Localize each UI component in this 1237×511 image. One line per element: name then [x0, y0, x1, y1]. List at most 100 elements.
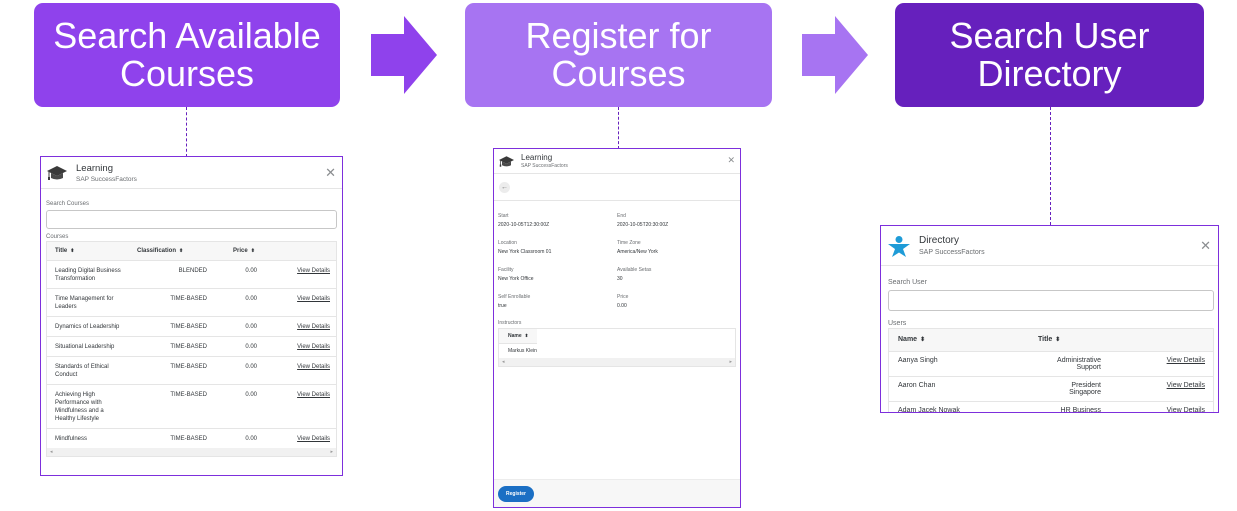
course-classification: TIME-BASED [129, 384, 225, 429]
step-label: Search User Directory [949, 15, 1150, 94]
sort-icon: ⬍ [70, 248, 75, 254]
search-courses-label: Search Courses [46, 201, 90, 207]
column-header-name[interactable]: Name ⬍ [499, 329, 537, 344]
panel-header: Directory SAP SuccessFactors ✕ [881, 226, 1218, 266]
detail-field: Self Enrollable true [498, 294, 617, 309]
course-price: 0.00 [225, 428, 285, 448]
course-price: 0.00 [225, 356, 285, 385]
scroll-right-icon: ▸ [330, 449, 333, 455]
field-label: Time Zone [617, 240, 641, 246]
right-arrow-icon [802, 16, 868, 94]
panel-title: Directory [919, 235, 960, 246]
table-row: Situational Leadership TIME-BASED 0.00 View… [47, 336, 336, 357]
field-value: 0.00 [617, 303, 627, 309]
course-classification: TIME-BASED [129, 356, 225, 385]
view-details-link[interactable]: View Details [285, 428, 336, 448]
column-header-price[interactable]: Price ⬍ [225, 242, 285, 261]
panel-title: Learning [521, 153, 553, 162]
view-details-link[interactable]: View Details [285, 336, 336, 357]
view-details-link[interactable]: View Details [285, 288, 336, 317]
step-label: Register for Courses [525, 15, 712, 94]
register-course-panel: Learning SAP SuccessFactors ✕ ← Start 202… [493, 148, 741, 508]
step-search-user-directory: Search User Directory [895, 3, 1204, 107]
scroll-left-icon: ◂ [502, 359, 505, 365]
connector-line [618, 107, 619, 149]
instructors-label: Instructors [498, 320, 522, 326]
panel-title: Learning [76, 162, 113, 174]
detail-field: Location New York Classroom 01 [498, 240, 617, 255]
course-details: Start 2020-10-05T12:30:00Z End 2020-10-05T2… [494, 201, 740, 309]
course-title: Leading Digital Business Transformation [47, 260, 129, 289]
view-details-link[interactable]: View Details [285, 316, 336, 337]
field-label: Self Enrollable [498, 294, 531, 300]
instructors-table: Name ⬍ Markus Klein ◂ ▸ [498, 328, 736, 367]
instructor-name: Markus Klein [499, 343, 537, 358]
close-icon[interactable]: ✕ [1200, 238, 1211, 254]
courses-table: Title ⬍ Classification ⬍ Price ⬍ Leading Di… [46, 241, 337, 457]
column-header-title[interactable]: Title ⬍ [47, 242, 129, 261]
field-value: New York Office [498, 276, 534, 282]
step-register-for-courses: Register for Courses [465, 3, 772, 107]
detail-field: Available Setas 30 [617, 267, 736, 282]
back-arrow-icon[interactable]: ← [499, 181, 510, 193]
sort-icon: ⬍ [250, 248, 255, 254]
sort-icon: ⬍ [179, 248, 184, 254]
course-price: 0.00 [225, 336, 285, 357]
field-label: End [617, 213, 626, 219]
directory-panel: Directory SAP SuccessFactors ✕ Search Us… [880, 225, 1219, 413]
course-classification: TIME-BASED [129, 336, 225, 357]
connector-line [1050, 107, 1051, 225]
field-label: Location [498, 240, 517, 246]
close-icon[interactable]: ✕ [727, 155, 735, 166]
course-classification: TIME-BASED [129, 288, 225, 317]
course-price: 0.00 [225, 384, 285, 429]
panel-subtitle: SAP SuccessFactors [521, 163, 568, 169]
user-title: HR Business Partner Poland [1029, 400, 1149, 412]
panel-subtitle: SAP SuccessFactors [919, 249, 985, 256]
course-title: Standards of Ethical Conduct [47, 356, 129, 385]
detail-field: Price 0.00 [617, 294, 736, 309]
view-details-link[interactable]: View Details [285, 260, 336, 289]
table-row: Time Management for Leaders TIME-BASED 0.0… [47, 288, 336, 317]
course-price: 0.00 [225, 316, 285, 337]
column-header-title[interactable]: Title ⬍ [1029, 329, 1149, 351]
field-value: 2020-10-05T12:30:00Z [498, 222, 550, 228]
view-details-link[interactable]: View Details [1149, 400, 1213, 412]
table-row: Adam Jacek NowakHR Business Partner Pola… [889, 400, 1213, 412]
person-star-icon [888, 235, 910, 257]
search-user-label: Search User [888, 279, 927, 286]
detail-field: Start 2020-10-05T12:30:00Z [498, 213, 617, 228]
horizontal-scrollbar[interactable]: ◂ ▸ [47, 448, 336, 456]
course-price: 0.00 [225, 260, 285, 289]
step-search-available-courses: Search Available Courses [34, 3, 340, 107]
user-name: Aaron Chan [889, 375, 1029, 401]
view-details-link[interactable]: View Details [1149, 375, 1213, 401]
course-title: Dynamics of Leadership [47, 316, 129, 337]
search-user-input[interactable] [888, 290, 1214, 311]
view-details-link[interactable]: View Details [1149, 350, 1213, 376]
sort-icon: ⬍ [524, 333, 529, 338]
horizontal-scrollbar[interactable]: ◂ ▸ [499, 358, 735, 366]
sort-icon: ⬍ [920, 337, 926, 344]
register-button[interactable]: Register [498, 485, 535, 502]
panel-header: Learning SAP SuccessFactors ✕ [494, 149, 740, 174]
table-row: Markus Klein [499, 343, 537, 358]
scroll-right-icon: ▸ [729, 359, 732, 365]
close-icon[interactable]: ✕ [325, 165, 336, 181]
table-row: Leading Digital Business Transformation B… [47, 260, 336, 289]
user-title: President Singapore [1029, 375, 1149, 401]
table-row: Dynamics of Leadership TIME-BASED 0.00 View… [47, 316, 336, 337]
field-label: Start [498, 213, 509, 219]
column-header-name[interactable]: Name ⬍ [889, 329, 1029, 351]
detail-field: End 2020-10-05T20:30:00Z [617, 213, 736, 228]
view-details-link[interactable]: View Details [285, 356, 336, 385]
courses-label: Courses [46, 234, 69, 240]
search-courses-input[interactable] [46, 210, 337, 229]
course-title: Mindfulness [47, 428, 129, 448]
view-details-link[interactable]: View Details [285, 384, 336, 429]
detail-field: Time Zone America/New York [617, 240, 736, 255]
user-name: Aanya Singh [889, 350, 1029, 376]
column-header-classification[interactable]: Classification ⬍ [129, 242, 225, 261]
field-value: 30 [617, 276, 623, 282]
user-name: Adam Jacek Nowak [889, 400, 1029, 412]
